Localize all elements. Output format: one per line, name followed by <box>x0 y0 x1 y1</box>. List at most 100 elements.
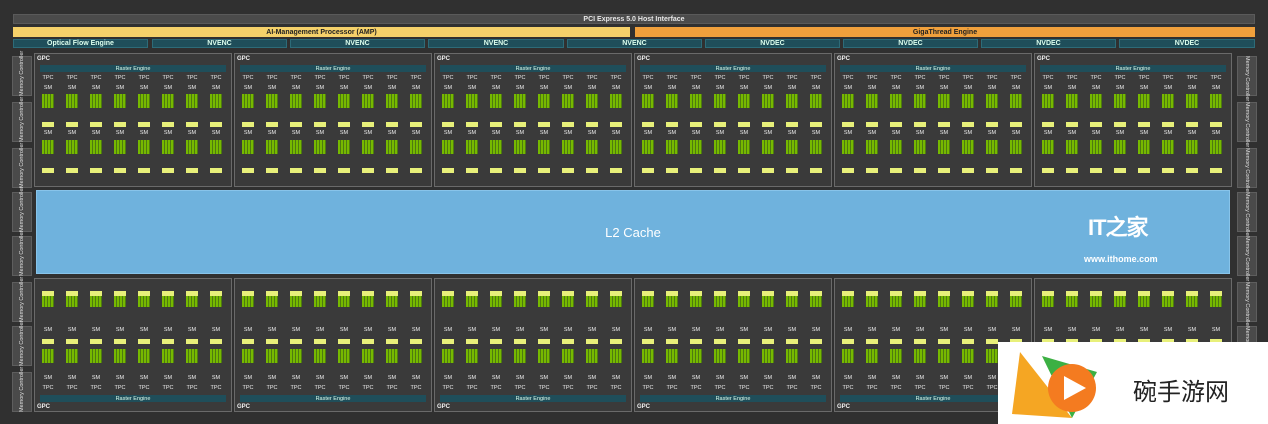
sm-cores <box>266 94 278 108</box>
sm-label: SM <box>243 85 253 91</box>
sm-cores <box>690 140 702 154</box>
sm-special-unit <box>642 168 654 173</box>
sm-cores <box>938 349 950 363</box>
sm-special-unit <box>90 339 102 344</box>
sm-special-unit <box>890 168 902 173</box>
raster-engine: Raster Engine <box>840 65 1026 72</box>
sm-special-unit <box>842 168 854 173</box>
sm-cores <box>138 349 150 363</box>
sm-cores <box>914 94 926 108</box>
tpc-label: TPC <box>1042 75 1054 81</box>
sm-label: SM <box>1163 327 1173 333</box>
sm-special-unit <box>66 291 78 296</box>
sm-special-unit <box>1138 168 1150 173</box>
sm-cores <box>1138 94 1150 108</box>
tpc-label: TPC <box>1210 75 1222 81</box>
tpc-label: TPC <box>914 75 926 81</box>
sm-label: SM <box>715 85 725 91</box>
tpc-label: TPC <box>90 385 102 391</box>
tpc-label: TPC <box>290 385 302 391</box>
sm-special-unit <box>714 168 726 173</box>
sm-special-unit <box>290 339 302 344</box>
sm-cores <box>738 94 750 108</box>
tpc-label: TPC <box>314 385 326 391</box>
sm-label: SM <box>587 375 597 381</box>
sm-special-unit <box>666 291 678 296</box>
sm-label: SM <box>163 85 173 91</box>
site-badge: 碗手游网 <box>998 342 1268 424</box>
tpc-label: TPC <box>186 75 198 81</box>
sm-label: SM <box>739 375 749 381</box>
memory-controller: Memory Controller <box>12 187 32 232</box>
sm-cores <box>642 140 654 154</box>
sm-cores <box>66 140 78 154</box>
sm-special-unit <box>786 291 798 296</box>
gpc-label: GPC <box>237 404 251 410</box>
memory-controller-label: Memory Controller <box>19 276 25 322</box>
sm-special-unit <box>338 339 350 344</box>
sm-label: SM <box>691 85 701 91</box>
sm-label: SM <box>43 85 53 91</box>
sm-label: SM <box>467 85 477 91</box>
sm-label: SM <box>443 375 453 381</box>
tpc-label: TPC <box>362 385 374 391</box>
sm-special-unit <box>90 168 102 173</box>
sm-label: SM <box>43 375 53 381</box>
sm-cores <box>466 140 478 154</box>
sm-special-unit <box>1162 168 1174 173</box>
sm-special-unit <box>162 122 174 127</box>
tpc-label: TPC <box>210 385 222 391</box>
sm-special-unit <box>642 122 654 127</box>
gpc-block: SM SM TPC SM SM TPC SM SM TPC SM SM TPC SM SM TPC SM SM T… <box>234 278 432 412</box>
memory-controller-label: Memory Controller <box>19 366 25 412</box>
sm-cores <box>362 140 374 154</box>
sm-cores <box>586 349 598 363</box>
gpc-block: SM SM TPC SM SM TPC SM SM TPC SM SM TPC SM SM TPC SM SM T… <box>34 278 232 412</box>
tpc-label: TPC <box>738 75 750 81</box>
tpc-label: TPC <box>690 75 702 81</box>
sm-special-unit <box>314 291 326 296</box>
sm-special-unit <box>442 122 454 127</box>
sm-label: SM <box>539 327 549 333</box>
nvdec-block: NVDEC <box>1119 39 1255 48</box>
sm-label: SM <box>1011 327 1021 333</box>
sm-label: SM <box>1115 327 1125 333</box>
sm-label: SM <box>91 130 101 136</box>
sm-special-unit <box>242 122 254 127</box>
sm-label: SM <box>1043 130 1053 136</box>
sm-special-unit <box>210 168 222 173</box>
tpc-label: TPC <box>1114 75 1126 81</box>
sm-special-unit <box>538 291 550 296</box>
memory-controller-label: Memory Controller <box>19 50 25 96</box>
sm-special-unit <box>1162 291 1174 296</box>
tpc-label: TPC <box>66 75 78 81</box>
sm-label: SM <box>763 130 773 136</box>
gpc-label: GPC <box>637 56 651 62</box>
nvenc-block: NVENC <box>567 39 702 48</box>
gpc-block: GPC Raster Engine TPC SM SM TPC SM SM TPC SM SM TPC… <box>1034 53 1232 187</box>
sm-label: SM <box>739 85 749 91</box>
memory-controller-label: Memory Controller <box>19 142 25 188</box>
sm-cores <box>562 94 574 108</box>
sm-cores <box>842 94 854 108</box>
sm-label: SM <box>67 85 77 91</box>
sm-special-unit <box>442 339 454 344</box>
sm-label: SM <box>43 130 53 136</box>
tpc-label: TPC <box>138 385 150 391</box>
sm-special-unit <box>786 168 798 173</box>
sm-label: SM <box>267 327 277 333</box>
watermark-url: www.ithome.com <box>1084 254 1158 264</box>
sm-label: SM <box>987 130 997 136</box>
sm-special-unit <box>738 291 750 296</box>
sm-label: SM <box>691 130 701 136</box>
nvdec-block: NVDEC <box>843 39 978 48</box>
tpc-label: TPC <box>1010 75 1022 81</box>
sm-label: SM <box>467 375 477 381</box>
sm-label: SM <box>963 327 973 333</box>
sm-label: SM <box>211 327 221 333</box>
sm-cores <box>1066 94 1078 108</box>
sm-special-unit <box>290 291 302 296</box>
sm-label: SM <box>291 85 301 91</box>
sm-label: SM <box>915 327 925 333</box>
memory-controller: Memory Controller <box>12 231 32 276</box>
